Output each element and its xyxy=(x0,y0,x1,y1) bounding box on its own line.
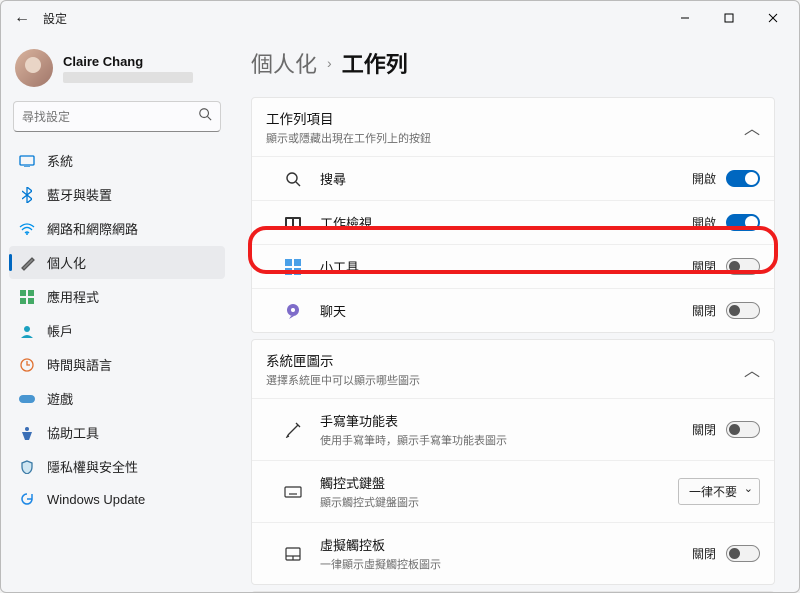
toggle-search[interactable] xyxy=(726,170,760,187)
keyboard-icon xyxy=(282,486,304,498)
sidebar-item-accessibility[interactable]: 協助工具 xyxy=(9,416,225,449)
gaming-icon xyxy=(19,391,35,407)
chevron-right-icon: › xyxy=(327,55,332,71)
user-name: Claire Chang xyxy=(63,54,193,69)
sidebar-item-gaming[interactable]: 遊戲 xyxy=(9,382,225,415)
avatar[interactable] xyxy=(15,49,53,87)
search-icon xyxy=(198,107,212,126)
maximize-button[interactable] xyxy=(707,3,751,33)
network-icon xyxy=(19,221,35,237)
setting-row-touchpad: 虛擬觸控板一律顯示虛擬觸控板圖示關閉 xyxy=(252,522,774,584)
sidebar-item-apps[interactable]: 應用程式 xyxy=(9,280,225,313)
breadcrumb-parent[interactable]: 個人化 xyxy=(251,47,317,79)
sidebar-item-update[interactable]: Windows Update xyxy=(9,484,225,514)
toggle-state-label: 關閉 xyxy=(692,258,716,275)
sidebar-item-label: 協助工具 xyxy=(47,423,99,442)
update-icon xyxy=(19,491,35,507)
user-email xyxy=(63,72,193,83)
sidebar-item-network[interactable]: 網路和網際網路 xyxy=(9,212,225,245)
personalization-icon xyxy=(19,255,35,271)
privacy-icon xyxy=(19,459,35,475)
close-button[interactable] xyxy=(751,3,795,33)
minimize-button[interactable] xyxy=(663,3,707,33)
accessibility-icon xyxy=(19,425,35,441)
sidebar-item-label: 個人化 xyxy=(47,253,86,272)
sidebar-item-personalization[interactable]: 個人化 xyxy=(9,246,225,279)
toggle-widgets[interactable] xyxy=(726,258,760,275)
time-icon xyxy=(19,357,35,373)
chevron-up-icon: ︿ xyxy=(744,357,760,381)
pen-icon xyxy=(282,422,304,438)
toggle-state-label: 關閉 xyxy=(692,302,716,319)
section-tray-icons: 系統匣圖示 選擇系統匣中可以顯示哪些圖示 ︿ 手寫筆功能表使用手寫筆時，顯示手寫… xyxy=(251,339,775,585)
sidebar-item-accounts[interactable]: 帳戶 xyxy=(9,314,225,347)
sidebar-item-label: 應用程式 xyxy=(47,287,99,306)
widgets-icon xyxy=(282,259,304,275)
sidebar-item-label: 網路和網際網路 xyxy=(47,219,138,238)
setting-row-taskview: 工作檢視開啟 xyxy=(252,200,774,244)
toggle-taskview[interactable] xyxy=(726,214,760,231)
back-icon[interactable]: ← xyxy=(13,9,31,27)
sidebar-item-label: 帳戶 xyxy=(47,321,73,340)
search-input[interactable] xyxy=(13,101,221,132)
sidebar-item-label: Windows Update xyxy=(47,492,145,507)
setting-row-chat: 聊天關閉 xyxy=(252,288,774,332)
sidebar-item-label: 遊戲 xyxy=(47,389,73,408)
sidebar-item-privacy[interactable]: 隱私權與安全性 xyxy=(9,450,225,483)
setting-row-keyboard: 觸控式鍵盤顯示觸控式鍵盤圖示一律不要 xyxy=(252,460,774,522)
toggle-state-label: 開啟 xyxy=(692,214,716,231)
bluetooth-icon xyxy=(19,187,35,203)
dropdown-keyboard[interactable]: 一律不要 xyxy=(678,478,760,505)
accounts-icon xyxy=(19,323,35,339)
sidebar-item-time[interactable]: 時間與語言 xyxy=(9,348,225,381)
window-title: 設定 xyxy=(43,10,67,27)
toggle-touchpad[interactable] xyxy=(726,545,760,562)
sidebar-item-bluetooth[interactable]: 藍牙與裝置 xyxy=(9,178,225,211)
breadcrumb: 個人化 › 工作列 xyxy=(251,47,775,79)
taskview-icon xyxy=(282,217,304,229)
page-title: 工作列 xyxy=(342,47,408,79)
toggle-state-label: 關閉 xyxy=(692,421,716,438)
touchpad-icon xyxy=(282,547,304,561)
sidebar-item-label: 時間與語言 xyxy=(47,355,112,374)
section-taskbar-items: 工作列項目 顯示或隱藏出現在工作列上的按鈕 ︿ 搜尋開啟工作檢視開啟小工具關閉聊… xyxy=(251,97,775,333)
chat-icon xyxy=(282,303,304,319)
setting-row-search: 搜尋開啟 xyxy=(252,156,774,200)
search-icon xyxy=(282,171,304,187)
system-icon xyxy=(19,153,35,169)
sidebar-item-label: 隱私權與安全性 xyxy=(47,457,138,476)
section-header[interactable]: 系統匣圖示 選擇系統匣中可以顯示哪些圖示 ︿ xyxy=(252,340,774,398)
toggle-state-label: 關閉 xyxy=(692,545,716,562)
setting-row-widgets: 小工具關閉 xyxy=(252,244,774,288)
toggle-pen[interactable] xyxy=(726,421,760,438)
section-header[interactable]: 工作列項目 顯示或隱藏出現在工作列上的按鈕 ︿ xyxy=(252,98,774,156)
section-other-tray-icons[interactable]: 其他系統匣圖示 顯示或隱藏其他系統匣圖示 ﹀ xyxy=(251,591,775,592)
apps-icon xyxy=(19,289,35,305)
toggle-state-label: 開啟 xyxy=(692,170,716,187)
toggle-chat[interactable] xyxy=(726,302,760,319)
sidebar-item-label: 藍牙與裝置 xyxy=(47,185,112,204)
sidebar-item-label: 系統 xyxy=(47,151,73,170)
sidebar-item-system[interactable]: 系統 xyxy=(9,144,225,177)
chevron-up-icon: ︿ xyxy=(744,115,760,139)
setting-row-pen: 手寫筆功能表使用手寫筆時，顯示手寫筆功能表圖示關閉 xyxy=(252,398,774,460)
